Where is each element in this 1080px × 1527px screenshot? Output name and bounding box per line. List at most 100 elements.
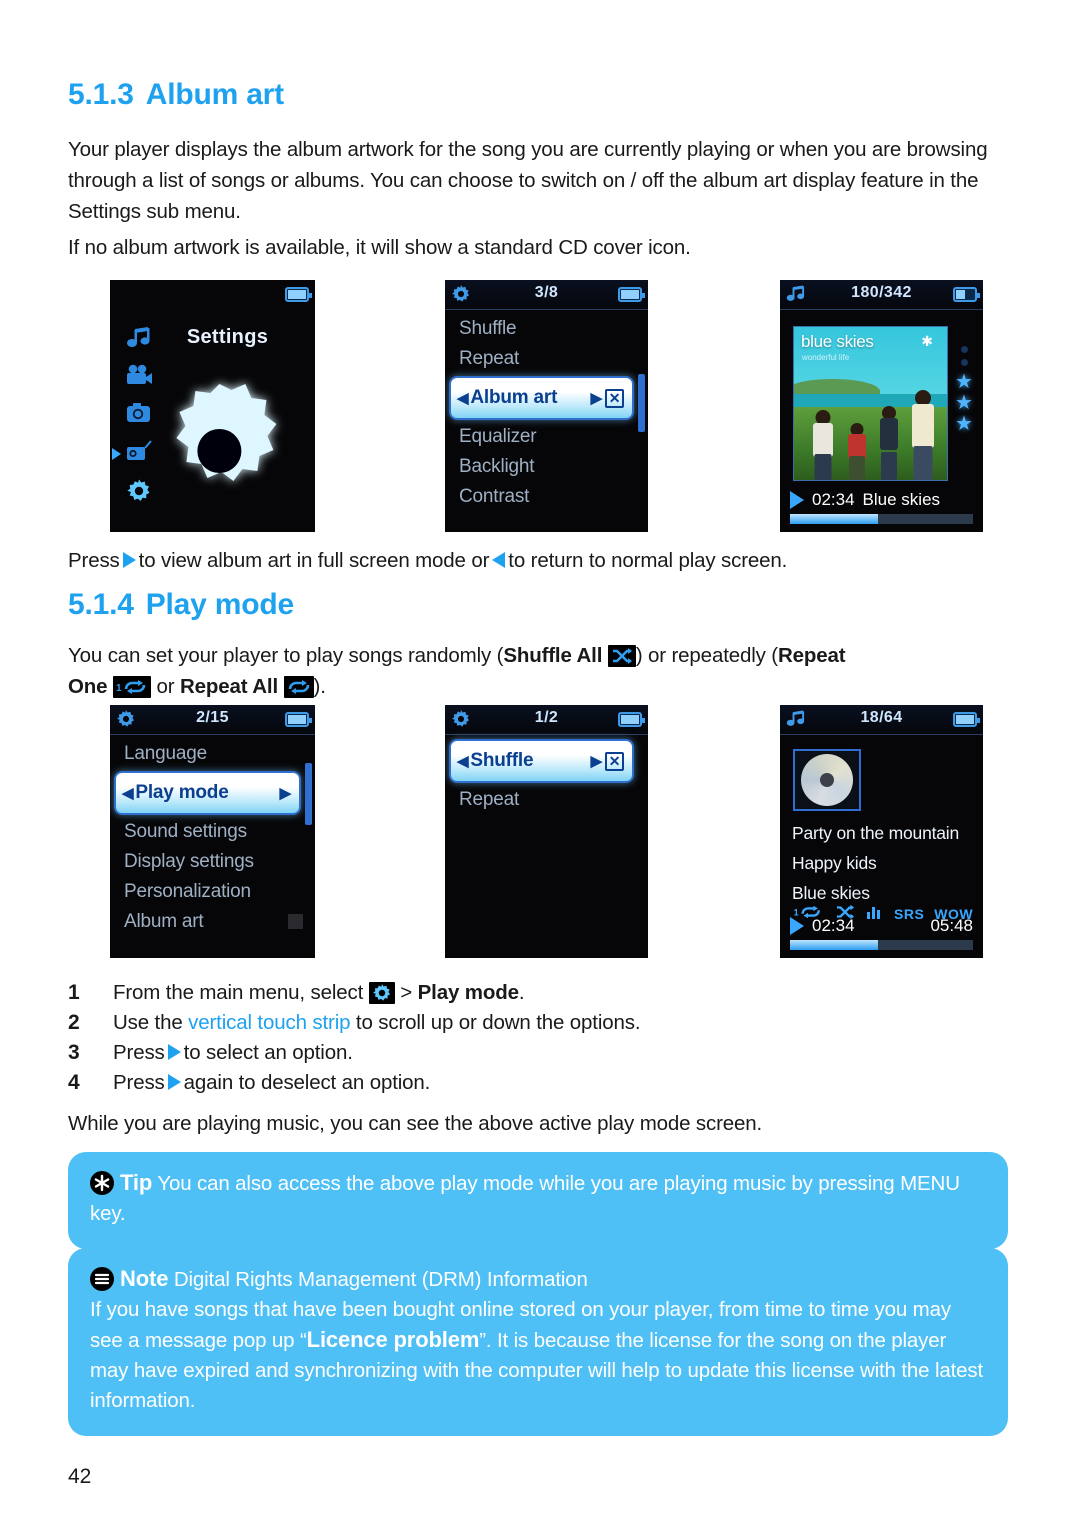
progress-bar[interactable]	[790, 514, 973, 524]
menu-item-label: Play mode	[135, 782, 229, 803]
selection-caret-icon	[112, 448, 121, 460]
rating-star-icon: ★	[955, 392, 973, 414]
left-arrow-icon: ◀	[457, 390, 469, 407]
battery-full-icon	[618, 287, 645, 302]
repeat-one-label: Repeat	[777, 644, 846, 667]
repeat-all-label: Repeat All	[180, 675, 278, 698]
step-1: 1 From the main menu, select > Play mode…	[68, 978, 1008, 1008]
right-arrow-icon: ▶	[279, 785, 292, 802]
play-mode-closing: While you are playing music, you can see…	[68, 1112, 763, 1135]
right-arrow-icon	[167, 1044, 181, 1060]
menu-item[interactable]: Language	[110, 739, 315, 769]
screen-main-menu-settings: Settings	[110, 280, 315, 532]
screen-statusbar: 2/15	[110, 705, 315, 735]
press-mid: to view album art in full screen mode or	[138, 549, 490, 572]
rating-indicator: ★ ★ ★	[953, 340, 975, 435]
page-title-album-art: 5.1.3 Album art	[68, 78, 284, 112]
asterisk-icon: ✱	[921, 333, 933, 349]
step-separator: >	[400, 981, 413, 1004]
menu-item[interactable]: Sound settings	[110, 817, 315, 847]
settings-gear-large-icon	[139, 376, 299, 531]
repeat-all-icon	[283, 676, 314, 698]
scrollbar[interactable]	[638, 374, 645, 432]
svg-text:1: 1	[116, 683, 122, 694]
menu-item[interactable]: Equalizer	[445, 422, 648, 452]
menu-item[interactable]: Shuffle	[445, 314, 648, 344]
checkbox-checked-icon[interactable]: ✕	[605, 388, 624, 408]
screen-statusbar: 180/342	[780, 280, 983, 310]
album-artwork[interactable]: blue skies ✱ wonderful life	[793, 326, 948, 481]
right-arrow-icon	[122, 552, 136, 568]
note-callout: Note Digital Rights Management (DRM) Inf…	[68, 1248, 1008, 1436]
right-arrow-icon: ▶	[590, 753, 603, 770]
album-photo-figures	[794, 382, 947, 480]
shuffle-icon	[607, 645, 636, 667]
intro-part-a: You can set your player to play songs ra…	[68, 644, 504, 667]
battery-full-icon	[285, 287, 312, 302]
menu-item[interactable]: Repeat	[445, 344, 648, 374]
rating-dot	[960, 359, 968, 366]
battery-full-icon	[618, 712, 645, 727]
menu-item[interactable]: Display settings	[110, 847, 315, 877]
elapsed-time: 02:34	[812, 916, 855, 935]
left-arrow-icon	[492, 552, 506, 568]
page-title-play-mode: 5.1.4 Play mode	[68, 588, 294, 622]
menu-item[interactable]: Repeat	[445, 785, 648, 815]
intro-or: or	[156, 675, 175, 698]
step-text: Use the	[113, 1011, 183, 1034]
page-number: 42	[68, 1465, 92, 1488]
shuffle-all-label: Shuffle All	[503, 644, 603, 667]
menu-item[interactable]: Contrast	[445, 482, 648, 512]
licence-problem-label: Licence problem	[306, 1327, 480, 1352]
play-mode-steps: 1 From the main menu, select > Play mode…	[68, 978, 1008, 1098]
step-tail: again to deselect an option.	[183, 1071, 431, 1094]
step-2: 2 Use the vertical touch strip to scroll…	[68, 1008, 1008, 1038]
step-number: 1	[68, 981, 80, 1004]
menu-item-selected-play-mode[interactable]: ◀ Play mode ▶	[114, 771, 301, 815]
screen-statusbar: 18/64	[780, 705, 983, 735]
screen-now-playing-cd-icon: 18/64 Party on the mountain Happy kids B…	[780, 705, 983, 958]
now-playing-bar: 02:34 05:48	[780, 916, 983, 950]
tip-keyword: Tip	[120, 1170, 153, 1195]
menu-item[interactable]: Personalization	[110, 877, 315, 907]
scrollbar[interactable]	[305, 763, 312, 825]
step-number: 4	[68, 1071, 80, 1094]
step-text: Press	[113, 1041, 165, 1064]
elapsed-time: 02:34	[812, 490, 855, 509]
album-subtitle: wonderful life	[802, 353, 850, 362]
menu-item-selected-album-art[interactable]: ◀ Album art ▶ ✕	[449, 376, 634, 420]
screen-statusbar: 3/8	[445, 280, 648, 310]
menu-item-label: Shuffle	[470, 750, 534, 771]
track-list: Party on the mountain Happy kids Blue sk…	[792, 823, 959, 913]
menu-item[interactable]: Backlight	[445, 452, 648, 482]
manual-page: 5.1.3 Album art Your player displays the …	[0, 0, 1080, 1527]
checkbox-checked-icon[interactable]: ✕	[605, 751, 624, 771]
tip-text: You can also access the above play mode …	[90, 1172, 960, 1225]
rating-dot	[960, 346, 968, 353]
progress-bar[interactable]	[790, 940, 973, 950]
checkbox-unchecked-icon[interactable]	[288, 914, 303, 929]
track-title: Party on the mountain	[792, 823, 960, 843]
note-title: Digital Rights Management (DRM) Informat…	[173, 1268, 588, 1291]
menu-item[interactable]: Album art	[110, 907, 315, 937]
section-number: 5.1.4	[68, 588, 134, 621]
screen-now-playing-album-art: 180/342 blue skies ✱ wonderful life ★ ★ …	[780, 280, 983, 532]
screen-play-mode-submenu: 1/2 ◀ Shuffle ▶ ✕ Repeat	[445, 705, 648, 958]
rating-star-icon: ★	[955, 413, 973, 435]
repeat-one-label-2: One	[68, 675, 108, 698]
play-mode-intro: You can set your player to play songs ra…	[68, 640, 1018, 702]
screen-statusbar	[110, 280, 315, 310]
track-artist: Happy kids	[792, 853, 877, 873]
album-art-paragraph-1: Your player displays the album artwork f…	[68, 138, 988, 223]
track-album: Blue skies	[792, 883, 870, 903]
section-number: 5.1.3	[68, 78, 134, 111]
battery-half-icon	[953, 287, 980, 302]
menu-item-selected-shuffle[interactable]: ◀ Shuffle ▶ ✕	[449, 739, 634, 783]
note-keyword: Note	[120, 1266, 169, 1291]
intro-part-c: ).	[313, 675, 326, 698]
left-arrow-icon: ◀	[457, 753, 469, 770]
album-title: blue skies	[801, 332, 874, 351]
music-note-icon[interactable]	[126, 326, 152, 352]
play-icon	[790, 491, 804, 509]
step-target: Play mode	[417, 981, 519, 1004]
